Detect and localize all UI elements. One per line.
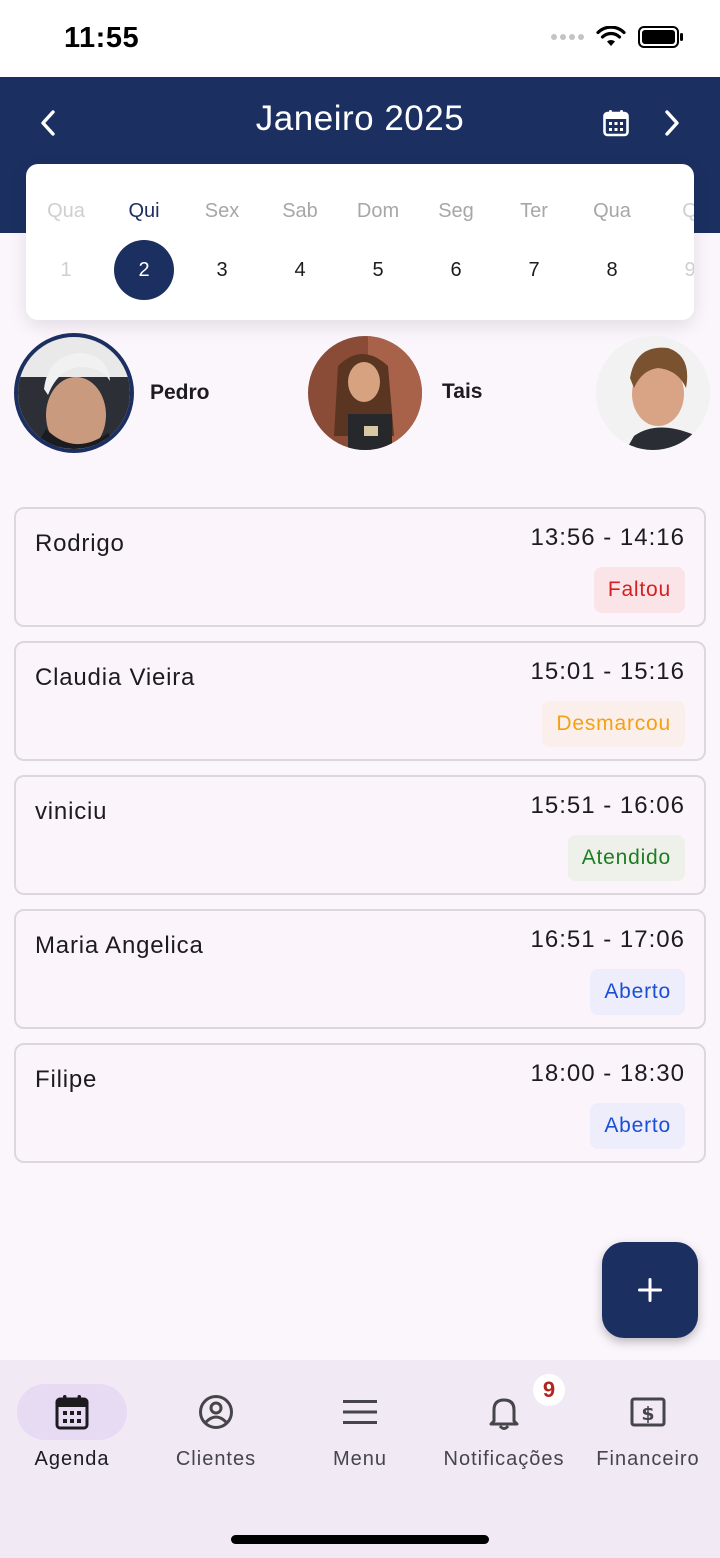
professional-item[interactable]: Pedro: [14, 333, 210, 453]
professional-item[interactable]: [596, 333, 720, 450]
appointment-card[interactable]: viniciu 15:51 - 16:06 Atendido: [14, 775, 706, 895]
client-name: Rodrigo: [35, 530, 125, 557]
plus-icon: [638, 1278, 662, 1302]
status-icons: [551, 26, 684, 48]
day-item[interactable]: Qua 8: [573, 164, 651, 320]
client-name: Filipe: [35, 1066, 98, 1093]
day-name: Qua: [593, 200, 631, 222]
day-item[interactable]: Dom 5: [339, 164, 417, 320]
menu-icon: [343, 1400, 377, 1424]
nav-financeiro[interactable]: $ Financeiro: [576, 1384, 720, 1484]
nav-label: Agenda: [34, 1448, 110, 1470]
day-number: 6: [450, 258, 462, 281]
status-bar: 11:55: [0, 0, 720, 77]
appointment-time: 18:00 - 18:30: [530, 1060, 685, 1087]
appointment-card[interactable]: Filipe 18:00 - 18:30 Aberto: [14, 1043, 706, 1163]
next-month-button[interactable]: [652, 103, 692, 143]
signal-icon: [551, 34, 584, 40]
day-item[interactable]: Sex 3: [183, 164, 261, 320]
nav-pill: $: [593, 1384, 703, 1440]
calendar-picker-button[interactable]: [596, 103, 636, 143]
svg-text:$: $: [641, 1403, 654, 1425]
avatar: [596, 336, 710, 450]
professional-selector: Pedro Tais: [0, 333, 720, 458]
day-name: Ter: [520, 200, 548, 222]
status-badge: Desmarcou: [542, 701, 685, 747]
day-number: 5: [372, 258, 384, 281]
day-name: Seg: [438, 200, 474, 222]
nav-pill: 9: [449, 1374, 565, 1440]
day-item[interactable]: Qui 2: [105, 164, 183, 320]
day-item[interactable]: Ter 7: [495, 164, 573, 320]
nav-label: Clientes: [175, 1448, 257, 1470]
day-number: 4: [294, 258, 306, 281]
status-badge: Aberto: [590, 969, 685, 1015]
status-time: 11:55: [64, 22, 140, 54]
day-selector: Qua 1 Qui 2 Sex 3 Sab 4 Dom 5 Seg 6 Ter …: [26, 164, 694, 320]
home-indicator: [231, 1535, 489, 1544]
status-badge: Aberto: [590, 1103, 685, 1149]
chevron-right-icon: [665, 110, 679, 136]
client-name: Maria Angelica: [35, 932, 204, 959]
nav-clientes[interactable]: Clientes: [144, 1384, 288, 1484]
professional-item[interactable]: Tais: [306, 333, 482, 450]
day-number: 2: [114, 240, 174, 300]
day-item[interactable]: Sab 4: [261, 164, 339, 320]
nav-pill: [161, 1384, 271, 1440]
day-name: Sab: [282, 200, 318, 222]
nav-label: Notificações: [443, 1448, 565, 1470]
client-name: Claudia Vieira: [35, 664, 196, 691]
day-name: Dom: [356, 200, 400, 222]
appointment-card[interactable]: Maria Angelica 16:51 - 17:06 Aberto: [14, 909, 706, 1029]
status-badge: Faltou: [593, 567, 685, 613]
nav-pill: [17, 1384, 127, 1440]
appointment-time: 15:01 - 15:16: [530, 658, 685, 685]
calendar-icon: [603, 110, 629, 137]
wifi-icon: [596, 26, 626, 46]
day-name: Sex: [204, 200, 240, 222]
appointment-card[interactable]: Claudia Vieira 15:01 - 15:16 Desmarcou: [14, 641, 706, 761]
day-number: 7: [528, 258, 540, 281]
day-number: 9: [684, 258, 694, 281]
battery-icon: [638, 26, 683, 48]
nav-label: Financeiro: [596, 1448, 700, 1470]
nav-pill: [305, 1384, 415, 1440]
avatar: [14, 333, 134, 453]
day-number: 3: [216, 258, 228, 281]
appointment-time: 13:56 - 14:16: [530, 524, 685, 551]
add-appointment-button[interactable]: [602, 1242, 698, 1338]
appointment-card[interactable]: Rodrigo 13:56 - 14:16 Faltou: [14, 507, 706, 627]
bell-icon: [489, 1398, 519, 1430]
avatar: [308, 336, 422, 450]
day-number: 1: [60, 258, 72, 281]
professional-name: Pedro: [150, 381, 210, 404]
nav-menu[interactable]: Menu: [288, 1384, 432, 1484]
day-name: Q: [682, 200, 694, 222]
appointment-time: 15:51 - 16:06: [530, 792, 685, 819]
dollar-icon: $: [630, 1397, 666, 1427]
status-badge: Atendido: [567, 835, 685, 881]
day-number: 8: [606, 258, 618, 281]
day-item[interactable]: Q 9: [651, 164, 694, 320]
calendar-icon: [55, 1395, 89, 1430]
nav-agenda[interactable]: Agenda: [0, 1384, 144, 1484]
day-name: Qua: [47, 200, 85, 222]
appointment-list: Rodrigo 13:56 - 14:16 Faltou Claudia Vie…: [14, 507, 706, 1177]
notification-count-badge: 9: [533, 1374, 565, 1406]
nav-notificacoes[interactable]: 9 Notificações: [432, 1374, 576, 1484]
bottom-navigation: Agenda Clientes Menu 9 Notificações $ Fi…: [0, 1360, 720, 1558]
day-item[interactable]: Qua 1: [27, 164, 105, 320]
professional-name: Tais: [442, 379, 483, 403]
user-circle-icon: [199, 1395, 233, 1429]
client-name: viniciu: [35, 798, 108, 825]
day-name: Qui: [128, 200, 160, 222]
nav-label: Menu: [332, 1448, 388, 1470]
appointment-time: 16:51 - 17:06: [530, 926, 685, 953]
day-item[interactable]: Seg 6: [417, 164, 495, 320]
